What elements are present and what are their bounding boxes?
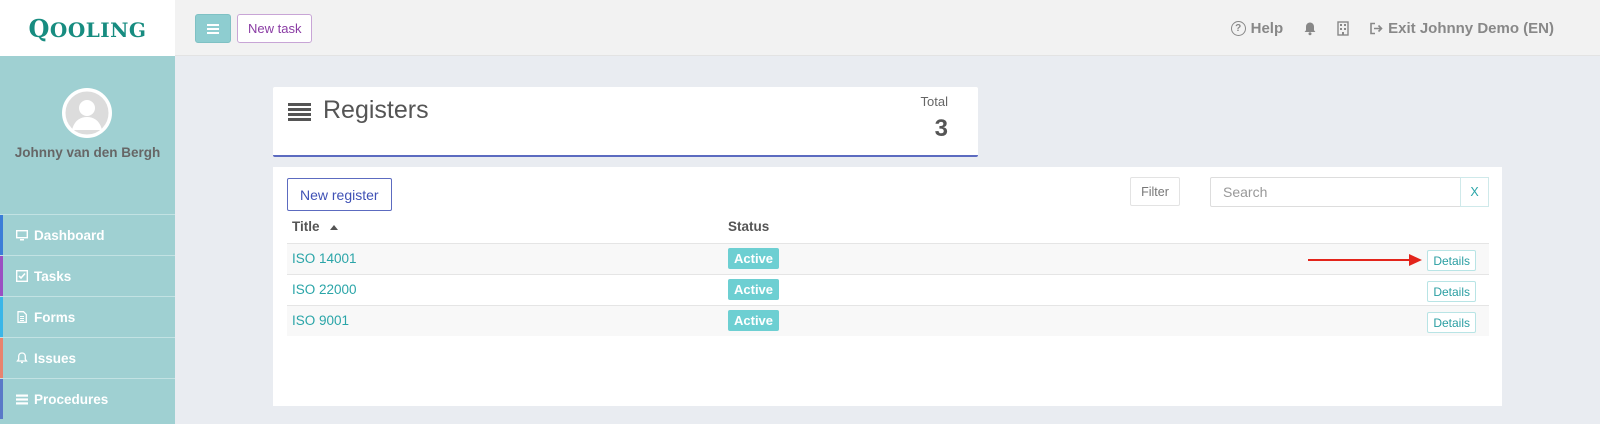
sidebar-nav: Dashboard Tasks Forms Issues Procedures (0, 214, 175, 419)
list-icon (16, 393, 28, 405)
top-bar: New task ? Help Exit Johnny Demo (EN) (175, 0, 1600, 56)
sidebar-item-label: Dashboard (34, 227, 105, 243)
exit-demo-link[interactable]: Exit Johnny Demo (EN) (1369, 20, 1554, 37)
exit-label: Exit Johnny Demo (EN) (1388, 19, 1554, 37)
register-title-link[interactable]: ISO 22000 (292, 282, 357, 297)
status-badge: Active (728, 279, 780, 300)
register-title-link[interactable]: ISO 14001 (292, 251, 357, 266)
annotation-arrow-icon (1308, 254, 1422, 266)
notifications-button[interactable] (1303, 21, 1317, 36)
search-input[interactable] (1210, 177, 1461, 207)
organization-button[interactable] (1337, 20, 1349, 36)
sidebar: Johnny van den Bergh Dashboard Tasks For… (0, 56, 175, 424)
menu-toggle-button[interactable] (195, 14, 231, 43)
total-count: 3 (934, 115, 948, 142)
nav-color-bar (0, 256, 3, 296)
column-title-label: Title (292, 219, 320, 234)
new-task-button[interactable]: New task (237, 14, 313, 43)
top-right-menu: ? Help Exit Johnny Demo (EN) (1230, 0, 1554, 56)
sort-ascending-icon (329, 225, 338, 230)
new-register-button[interactable]: New register (287, 178, 392, 211)
help-icon: ? (1230, 20, 1246, 36)
user-silhouette-icon (62, 88, 112, 138)
help-link[interactable]: ? Help (1230, 19, 1284, 37)
filter-button[interactable]: Filter (1130, 177, 1180, 206)
column-header-title[interactable]: Title (292, 219, 338, 234)
logo[interactable]: QOOLING (0, 0, 175, 56)
monitor-icon (16, 229, 28, 241)
list-icon (288, 103, 311, 121)
sidebar-item-label: Procedures (34, 391, 109, 407)
help-label: Help (1250, 19, 1284, 37)
sidebar-item-label: Issues (34, 350, 77, 366)
logo-text: QOOLING (28, 13, 147, 43)
total-label: Total (920, 94, 948, 109)
page-title: Registers (323, 96, 429, 124)
building-icon (1337, 20, 1349, 36)
nav-color-bar (0, 215, 3, 255)
status-badge: Active (728, 310, 780, 331)
sidebar-item-forms[interactable]: Forms (0, 296, 175, 337)
nav-color-bar (0, 338, 3, 378)
sidebar-item-dashboard[interactable]: Dashboard (0, 214, 175, 255)
registers-summary-card: Registers Total 3 (273, 87, 978, 157)
file-icon (16, 311, 28, 323)
status-badge: Active (728, 248, 780, 269)
details-button[interactable]: Details (1427, 312, 1476, 333)
registers-panel: New register Filter X Title Status ISO 1… (273, 167, 1502, 406)
register-title-link[interactable]: ISO 9001 (292, 313, 349, 328)
table-row: ISO 22000 Active Details (287, 274, 1489, 305)
bell-icon (1304, 22, 1316, 35)
sign-out-icon (1370, 22, 1383, 34)
sidebar-item-procedures[interactable]: Procedures (0, 378, 175, 419)
sidebar-item-tasks[interactable]: Tasks (0, 255, 175, 296)
bell-icon (16, 352, 28, 364)
table-header: Title Status (287, 219, 1489, 243)
avatar[interactable] (62, 88, 112, 138)
sidebar-item-issues[interactable]: Issues (0, 337, 175, 378)
sidebar-item-label: Tasks (34, 268, 72, 284)
details-button[interactable]: Details (1427, 250, 1476, 271)
nav-color-bar (0, 379, 3, 419)
nav-color-bar (0, 297, 3, 337)
table-row: ISO 9001 Active Details (287, 305, 1489, 336)
details-button[interactable]: Details (1427, 281, 1476, 302)
sidebar-item-label: Forms (34, 309, 76, 325)
hamburger-icon (207, 23, 219, 26)
column-header-status[interactable]: Status (728, 219, 769, 234)
check-square-icon (16, 270, 28, 282)
user-name: Johnny van den Bergh (14, 145, 161, 160)
clear-search-button[interactable]: X (1460, 177, 1489, 207)
